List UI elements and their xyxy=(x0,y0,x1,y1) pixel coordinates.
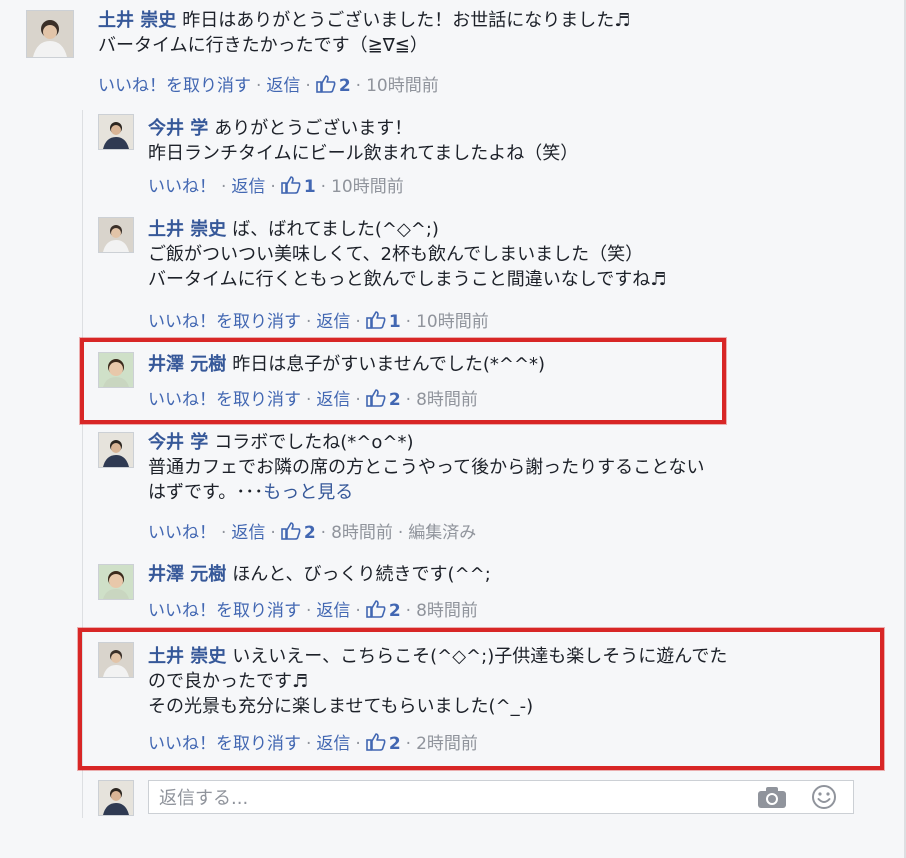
comment-time[interactable]: 8時間前 xyxy=(416,601,478,621)
smiley-icon[interactable] xyxy=(811,784,837,814)
reply-link[interactable]: 返信 xyxy=(316,312,350,332)
comment-4: 今井 学コラボでしたね(*^o^*) 普通カフェでお隣の席の方とこうやって後から… xyxy=(0,428,906,550)
comment-body-line: コラボでしたね(*^o^*) xyxy=(214,432,414,453)
like-count[interactable]: 2 xyxy=(304,523,316,543)
comment-text: 今井 学ありがとうございます！ 昨日ランチタイムにビール飲まれてましたよね（笑） xyxy=(148,116,578,166)
comment-author[interactable]: 土井 崇史 xyxy=(148,219,226,240)
comment-author[interactable]: 今井 学 xyxy=(148,432,208,453)
unlike-link[interactable]: いいね！を取り消す xyxy=(148,312,301,332)
avatar[interactable] xyxy=(98,564,134,600)
thumbs-up-icon xyxy=(281,176,301,201)
comment-body-line: ほんと、びっくり続きです(^^; xyxy=(232,564,491,585)
unlike-link[interactable]: いいね！を取り消す xyxy=(148,601,301,621)
comment-body-line: 昨日はありがとうございました！お世話になりました♬ xyxy=(182,10,631,31)
comment-body-line: 昨日ランチタイムにビール飲まれてましたよね（笑） xyxy=(148,143,579,164)
comment-0: 土井 崇史 昨日はありがとうございました！お世話になりました♬ バータイムに行きた… xyxy=(0,0,906,110)
comment-body-line: バータイムに行きたかったです（≧∇≦） xyxy=(98,35,428,56)
comment-2: 土井 崇史 ば、ばれてました(^◇^;) ご飯がついつい美味しくて、2杯も飲んでし… xyxy=(0,205,906,335)
unlike-link[interactable]: いいね！を取り消す xyxy=(98,76,251,96)
comment-time[interactable]: 10時間前 xyxy=(416,312,489,332)
reply-composer xyxy=(148,780,854,814)
thumbs-up-icon xyxy=(316,75,336,100)
avatar[interactable] xyxy=(98,217,134,253)
reply-link[interactable]: 返信 xyxy=(231,177,265,197)
highlight-box xyxy=(78,628,884,770)
current-user-avatar xyxy=(98,780,134,816)
edited-label[interactable]: 編集済み xyxy=(408,523,476,543)
like-link[interactable]: いいね！ xyxy=(148,523,216,543)
reply-link[interactable]: 返信 xyxy=(231,523,265,543)
comment-actions: いいね！を取り消す · 返信 · 1 · 10時間前 xyxy=(148,310,489,336)
comment-author[interactable]: 井澤 元樹 xyxy=(148,564,226,585)
see-more-link[interactable]: もっと見る xyxy=(263,482,353,503)
comment-author[interactable]: 土井 崇史 xyxy=(98,10,176,31)
comment-body-line: ば、ばれてました(^◇^;) xyxy=(232,219,439,240)
comment-actions: いいね！を取り消す · 返信 · 2 · 8時間前 xyxy=(148,599,478,625)
comment-body-line: バータイムに行くともっと飲んでしまうこと間違いなしですね♬ xyxy=(148,269,667,290)
comment-5: 井澤 元樹 ほんと、びっくり続きです(^^; いいね！を取り消す · 返信 · 2 · 8時間… xyxy=(0,560,906,630)
camera-icon[interactable] xyxy=(757,785,787,813)
comment-actions: いいね！ · 返信 · 2 · 8時間前 · 編集済み xyxy=(148,521,476,547)
comment-body-line: 普通カフェでお隣の席の方とこうやって後から謝ったりすることない xyxy=(148,457,705,478)
avatar[interactable] xyxy=(98,114,134,150)
comment-1: 今井 学ありがとうございます！ 昨日ランチタイムにビール飲まれてましたよね（笑）… xyxy=(0,108,906,203)
reply-input[interactable] xyxy=(157,785,741,811)
like-link[interactable]: いいね！ xyxy=(148,177,216,197)
like-count[interactable]: 2 xyxy=(389,601,401,621)
like-count[interactable]: 1 xyxy=(389,312,401,332)
avatar[interactable] xyxy=(26,10,74,58)
like-count[interactable]: 1 xyxy=(304,177,316,197)
comment-text: 井澤 元樹 ほんと、びっくり続きです(^^; xyxy=(148,562,491,587)
comment-time[interactable]: 10時間前 xyxy=(366,76,439,96)
comment-text: 土井 崇史 ば、ばれてました(^◇^;) ご飯がついつい美味しくて、2杯も飲んでし… xyxy=(148,217,666,292)
reply-link[interactable]: 返信 xyxy=(316,601,350,621)
comment-actions: いいね！を取り消す · 返信 · 2 · 10時間前 xyxy=(98,74,439,100)
highlight-box xyxy=(80,338,726,424)
like-count[interactable]: 2 xyxy=(339,76,351,96)
thumbs-up-icon xyxy=(281,522,301,547)
comment-text: 今井 学コラボでしたね(*^o^*) 普通カフェでお隣の席の方とこうやって後から… xyxy=(148,430,705,505)
comment-actions: いいね！ · 返信 · 1 · 10時間前 xyxy=(148,175,404,201)
reply-link[interactable]: 返信 xyxy=(266,76,300,96)
comment-time[interactable]: 10時間前 xyxy=(331,177,404,197)
comment-time[interactable]: 8時間前 xyxy=(331,523,393,543)
thumbs-up-icon xyxy=(366,600,386,625)
avatar[interactable] xyxy=(98,432,134,468)
thumbs-up-icon xyxy=(366,311,386,336)
comment-text: 土井 崇史 昨日はありがとうございました！お世話になりました♬ バータイムに行きた… xyxy=(98,8,630,58)
comment-body-line: ありがとうございます！ xyxy=(214,118,413,139)
comment-author[interactable]: 今井 学 xyxy=(148,118,208,139)
comment-body-line: はずです。･･･ xyxy=(148,482,264,503)
comment-body-line: ご飯がついつい美味しくて、2杯も飲んでしまいました（笑） xyxy=(148,244,644,265)
